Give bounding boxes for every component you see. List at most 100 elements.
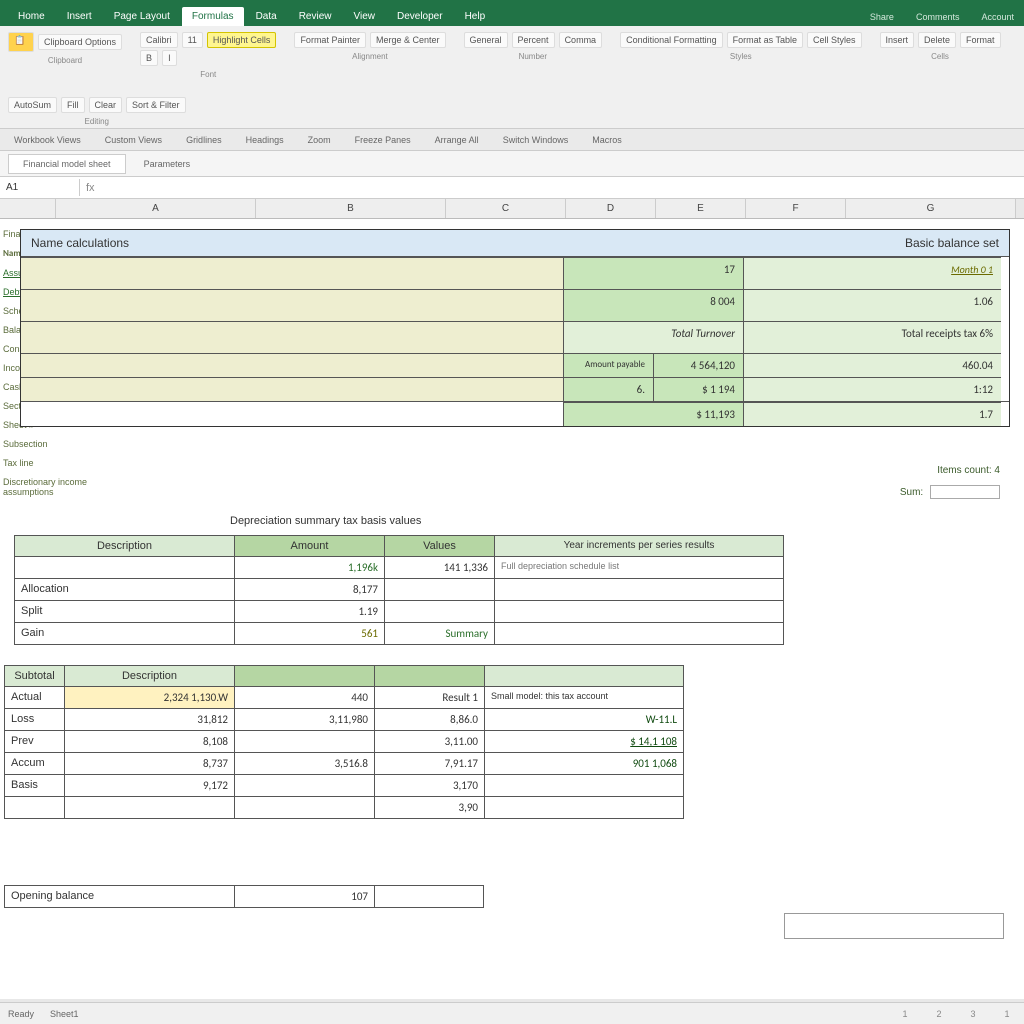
- tab-view[interactable]: View: [343, 7, 385, 26]
- cell[interactable]: $ 11,193: [563, 402, 743, 426]
- cell[interactable]: 3,516.8: [234, 752, 374, 774]
- cell[interactable]: [234, 730, 374, 752]
- cell[interactable]: Summary: [384, 622, 494, 645]
- percent-button[interactable]: Percent: [512, 32, 555, 48]
- format-painter-button[interactable]: Format Painter: [294, 32, 366, 48]
- col-header[interactable]: E: [656, 199, 746, 218]
- cell[interactable]: 3,90: [374, 796, 484, 819]
- cell[interactable]: 901 1,068: [484, 752, 684, 774]
- cell[interactable]: 7,91.17: [374, 752, 484, 774]
- cell[interactable]: 8,108: [64, 730, 234, 752]
- cell[interactable]: [484, 796, 684, 819]
- view-toolbar-item[interactable]: Switch Windows: [497, 133, 575, 147]
- cell[interactable]: 2,324 1,130.W: [64, 686, 234, 708]
- lower-th[interactable]: [234, 665, 374, 686]
- select-all-button[interactable]: [0, 199, 56, 218]
- cell[interactable]: 1,196k: [234, 556, 384, 578]
- cell[interactable]: [234, 774, 374, 796]
- cell[interactable]: Full depreciation schedule list: [494, 556, 784, 578]
- cell[interactable]: 8 004: [563, 289, 743, 321]
- format-cells-button[interactable]: Format: [960, 32, 1001, 48]
- cell[interactable]: $ 1 194: [653, 377, 743, 401]
- cell[interactable]: Allocation: [14, 578, 234, 600]
- col-header[interactable]: F: [746, 199, 846, 218]
- tab-help[interactable]: Help: [455, 7, 496, 26]
- sheet-tab-active[interactable]: Financial model sheet: [8, 154, 126, 174]
- view-toolbar-item[interactable]: Macros: [586, 133, 628, 147]
- col-header[interactable]: D: [566, 199, 656, 218]
- cell[interactable]: 4 564,120: [653, 353, 743, 377]
- insert-cells-button[interactable]: Insert: [880, 32, 915, 48]
- view-toolbar-item[interactable]: Gridlines: [180, 133, 228, 147]
- comma-button[interactable]: Comma: [559, 32, 603, 48]
- tab-formulas[interactable]: Formulas: [182, 7, 244, 26]
- sum-input[interactable]: [930, 485, 1000, 499]
- view-toolbar-item[interactable]: Custom Views: [99, 133, 168, 147]
- cell[interactable]: 1:12: [743, 377, 1001, 401]
- cell[interactable]: 440: [234, 686, 374, 708]
- italic-button[interactable]: I: [162, 50, 177, 66]
- cell[interactable]: [374, 885, 484, 908]
- number-format-select[interactable]: General: [464, 32, 508, 48]
- cell[interactable]: Amount payable: [563, 353, 653, 377]
- cell[interactable]: 3,11,980: [234, 708, 374, 730]
- col-header[interactable]: A: [56, 199, 256, 218]
- cell[interactable]: Result 1: [374, 686, 484, 708]
- delete-cells-button[interactable]: Delete: [918, 32, 956, 48]
- cell[interactable]: [64, 796, 234, 819]
- cell[interactable]: 1.06: [743, 289, 1001, 321]
- tab-home[interactable]: Home: [8, 7, 55, 26]
- merge-center-button[interactable]: Merge & Center: [370, 32, 446, 48]
- highlight-button[interactable]: Highlight Cells: [207, 32, 277, 48]
- cell[interactable]: [234, 796, 374, 819]
- cell[interactable]: 1.19: [234, 600, 384, 622]
- cell[interactable]: 8,737: [64, 752, 234, 774]
- cell[interactable]: Total receipts tax 6%: [743, 321, 1001, 353]
- view-toolbar-item[interactable]: Workbook Views: [8, 133, 87, 147]
- cell[interactable]: [21, 353, 563, 377]
- cell[interactable]: Month 0 1: [743, 257, 1001, 289]
- cell[interactable]: 3,11.00: [374, 730, 484, 752]
- col-header[interactable]: C: [446, 199, 566, 218]
- cell[interactable]: 107: [234, 885, 374, 908]
- view-toolbar-item[interactable]: Arrange All: [429, 133, 485, 147]
- cell[interactable]: [384, 600, 494, 622]
- cell[interactable]: 31,812: [64, 708, 234, 730]
- cell[interactable]: Total Turnover: [563, 321, 743, 353]
- lower-th[interactable]: Description: [64, 665, 234, 686]
- tab-developer[interactable]: Developer: [387, 7, 453, 26]
- formula-input[interactable]: [101, 185, 1024, 191]
- cell[interactable]: Split: [14, 600, 234, 622]
- cell[interactable]: [484, 774, 684, 796]
- cell[interactable]: 17: [563, 257, 743, 289]
- mid-th[interactable]: Amount: [234, 535, 384, 556]
- cell-styles-button[interactable]: Cell Styles: [807, 32, 862, 48]
- cell[interactable]: 460.04: [743, 353, 1001, 377]
- cell[interactable]: 9,172: [64, 774, 234, 796]
- tab-review[interactable]: Review: [289, 7, 342, 26]
- cell[interactable]: Gain: [14, 622, 234, 645]
- name-box[interactable]: A1: [0, 179, 80, 196]
- cell[interactable]: Actual: [4, 686, 64, 708]
- format-as-table-button[interactable]: Format as Table: [727, 32, 803, 48]
- cell[interactable]: [21, 257, 563, 289]
- autosum-button[interactable]: AutoSum: [8, 97, 57, 113]
- mid-th[interactable]: Year increments per series results: [494, 535, 784, 556]
- cell[interactable]: Basis: [4, 774, 64, 796]
- cell[interactable]: 8,86.0: [374, 708, 484, 730]
- cell[interactable]: [21, 289, 563, 321]
- cell[interactable]: 8,177: [234, 578, 384, 600]
- tab-data[interactable]: Data: [246, 7, 287, 26]
- tab-insert[interactable]: Insert: [57, 7, 102, 26]
- tab-comments[interactable]: Comments: [906, 8, 970, 26]
- cell[interactable]: [14, 556, 234, 578]
- cell[interactable]: 6.: [563, 377, 653, 401]
- cell[interactable]: [494, 600, 784, 622]
- cell[interactable]: W-11.L: [484, 708, 684, 730]
- cell[interactable]: Opening balance: [4, 885, 234, 908]
- sheet-tab[interactable]: Parameters: [138, 157, 197, 171]
- cell[interactable]: [21, 321, 563, 353]
- cell[interactable]: $ 14,1 108: [484, 730, 684, 752]
- cell[interactable]: [21, 377, 563, 401]
- cell[interactable]: [494, 578, 784, 600]
